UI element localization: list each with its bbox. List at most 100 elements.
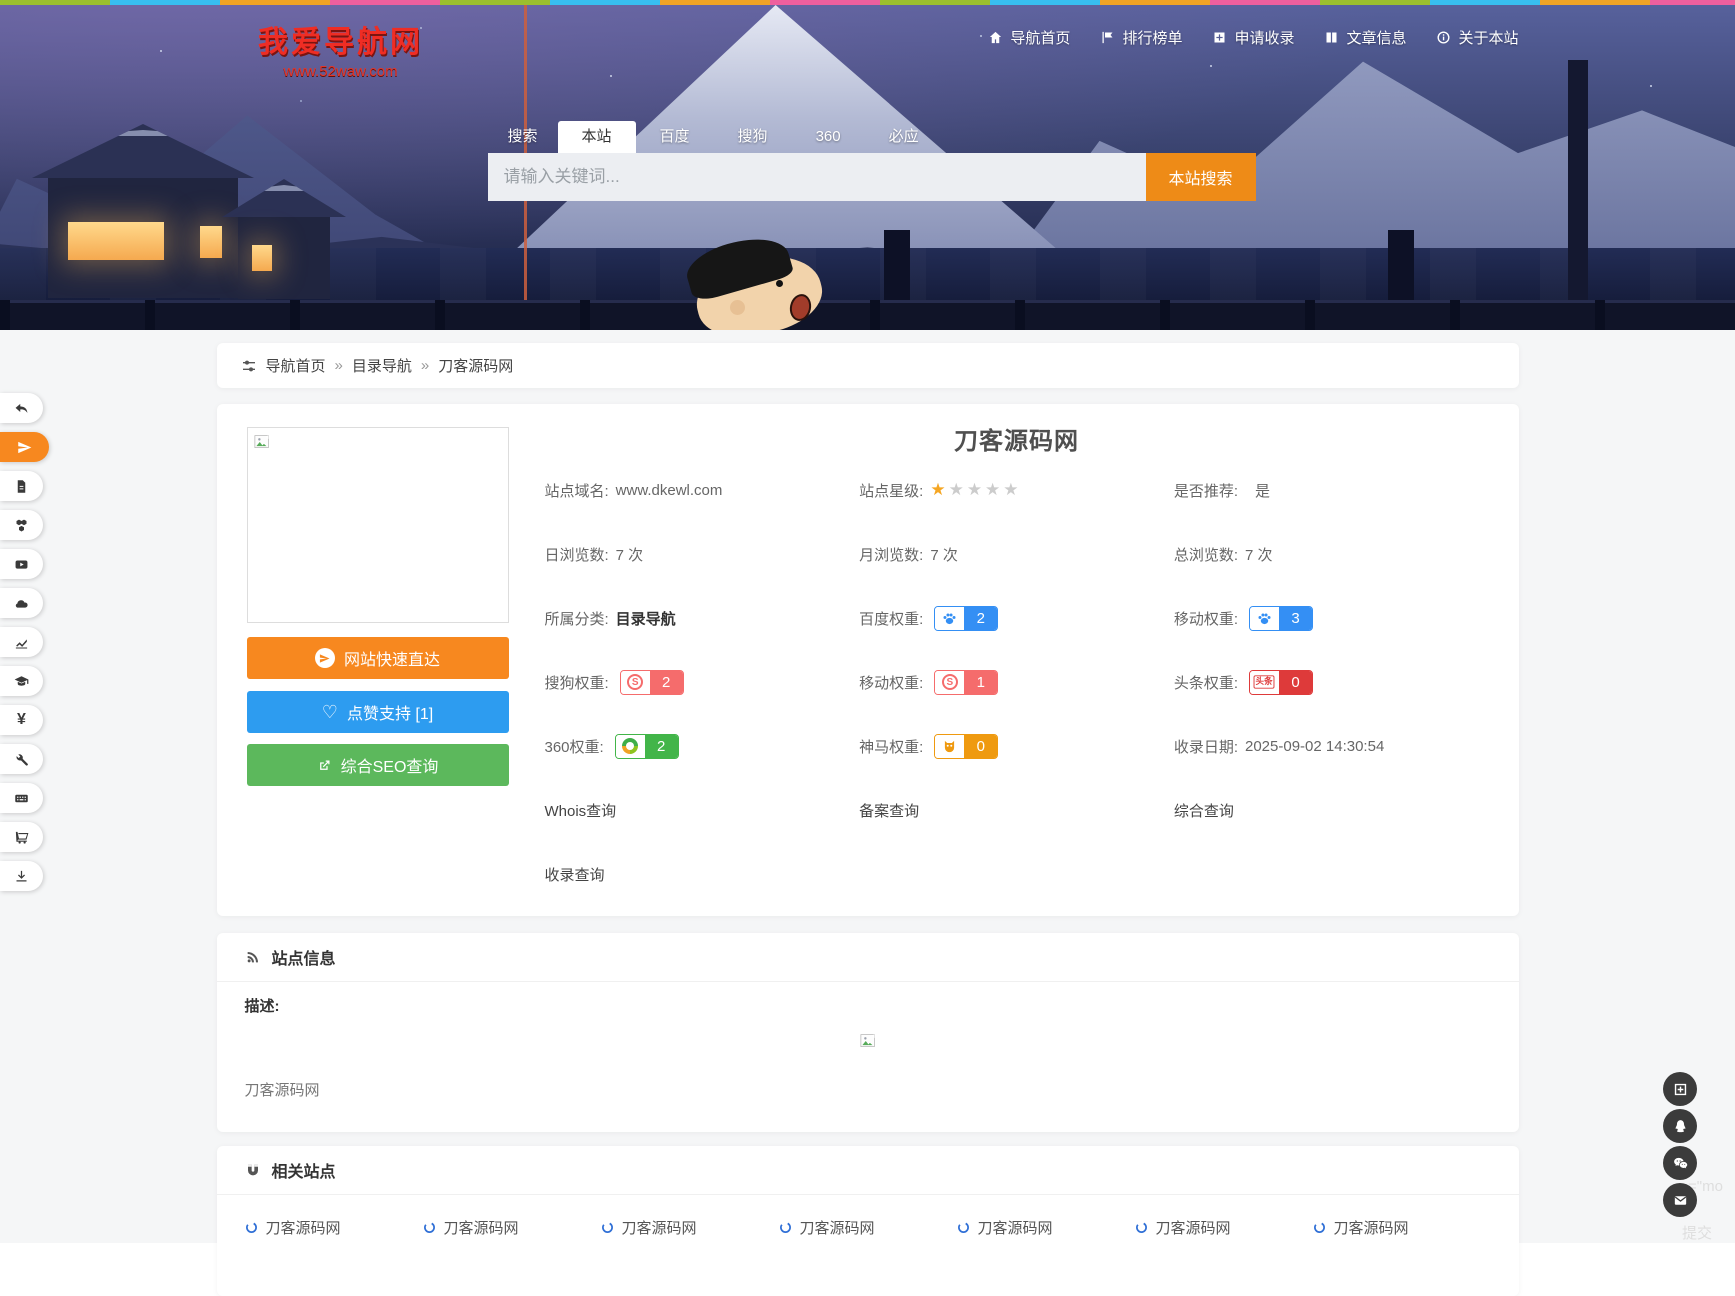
- whois-query-link[interactable]: Whois查询: [545, 800, 617, 821]
- beian-query-link[interactable]: 备案查询: [859, 800, 919, 821]
- visit-site-label: 网站快速直达: [344, 646, 440, 670]
- site-logo[interactable]: 我爱导航网 www.52waw.com: [223, 17, 459, 80]
- star-filled-icon: ★: [930, 480, 948, 500]
- visit-site-button[interactable]: 网站快速直达: [247, 637, 509, 679]
- favicon-icon: [1135, 1221, 1148, 1234]
- seo-query-button[interactable]: 综合SEO查询: [247, 744, 509, 786]
- recommend-value: 是: [1255, 480, 1270, 501]
- book-icon: [1324, 30, 1339, 45]
- seo-query-label: 综合SEO查询: [341, 753, 439, 777]
- zonghe-query-link[interactable]: 综合查询: [1174, 800, 1234, 821]
- listed-date-value: 2025-09-02 14:30:54: [1245, 738, 1384, 755]
- category-link[interactable]: 目录导航: [616, 608, 676, 629]
- qq-icon: [1672, 1118, 1689, 1135]
- favicon-icon: [1313, 1221, 1326, 1234]
- related-sites-section: 相关站点 刀客源码网刀客源码网刀客源码网刀客源码网刀客源码网刀客源码网刀客源码网: [217, 1146, 1519, 1296]
- rail-back-button[interactable]: [0, 393, 43, 423]
- float-apply-button[interactable]: [1663, 1072, 1697, 1106]
- shenma-weight-badge: 0: [934, 734, 998, 759]
- plus-square-icon: [1672, 1081, 1689, 1098]
- search-engine-tab[interactable]: 本站: [558, 121, 636, 153]
- breadcrumb: 导航首页 » 目录导航 » 刀客源码网: [217, 343, 1519, 388]
- related-site-link[interactable]: 刀客源码网: [245, 1212, 423, 1242]
- search-engine-tab[interactable]: 百度: [636, 121, 714, 153]
- shenma-owl-icon: [935, 735, 964, 758]
- description-image: [245, 1032, 1491, 1055]
- favicon-icon: [957, 1221, 970, 1234]
- shopping-cart-icon: [14, 830, 29, 845]
- related-site-label: 刀客源码网: [266, 1217, 341, 1238]
- description-text: 刀客源码网: [245, 1079, 1491, 1100]
- rail-study-button[interactable]: [0, 666, 43, 696]
- nav-submit-site[interactable]: 申请收录: [1212, 27, 1294, 48]
- rail-typing-button[interactable]: [0, 783, 43, 813]
- 360-logo-icon: [616, 735, 645, 758]
- download-icon: [14, 869, 29, 884]
- float-qq-button[interactable]: [1663, 1109, 1697, 1143]
- field-toutiao-weight: 头条权重: 头条 0: [1174, 670, 1489, 695]
- float-wechat-button[interactable]: [1663, 1146, 1697, 1180]
- breadcrumb-current: 刀客源码网: [438, 355, 513, 376]
- monthly-views-value: 7 次: [930, 544, 958, 565]
- search-engine-tabs: 本站百度搜狗360必应: [558, 121, 943, 153]
- rail-video-button[interactable]: [0, 549, 43, 579]
- toutiao-icon: 头条: [1250, 671, 1279, 694]
- like-support-button[interactable]: ♡ 点赞支持 [1]: [247, 691, 509, 733]
- shoulu-query-link[interactable]: 收录查询: [545, 864, 605, 885]
- nav-about[interactable]: 关于本站: [1436, 27, 1518, 48]
- rail-trend-button[interactable]: [0, 627, 43, 657]
- baidu-paw-icon: [935, 607, 964, 630]
- favicon-icon: [245, 1221, 258, 1234]
- rail-download-button[interactable]: [0, 861, 43, 891]
- search-input[interactable]: [488, 153, 1146, 201]
- related-site-link[interactable]: 刀客源码网: [1135, 1212, 1313, 1242]
- search-engine-tab[interactable]: 必应: [865, 121, 943, 153]
- left-tool-rail: ¥: [0, 393, 49, 891]
- related-site-link[interactable]: 刀客源码网: [1313, 1212, 1491, 1242]
- nav-home[interactable]: 导航首页: [988, 27, 1070, 48]
- related-site-label: 刀客源码网: [622, 1217, 697, 1238]
- rail-pricing-button[interactable]: ¥: [0, 705, 43, 735]
- site-info-column: 刀客源码网 站点域名: www.dkewl.com 站点星级: ★ ★★★★ 是…: [545, 418, 1489, 916]
- search-engine-tab[interactable]: 360: [792, 121, 865, 153]
- field-baidu-weight: 百度权重: 2: [859, 606, 1174, 631]
- breadcrumb-home-link[interactable]: 导航首页: [266, 355, 326, 376]
- house-decoration: [48, 176, 238, 298]
- baidu-weight-badge: 2: [934, 606, 998, 631]
- related-site-link[interactable]: 刀客源码网: [957, 1212, 1135, 1242]
- search-bar: 本站搜索: [488, 153, 1256, 201]
- nav-articles[interactable]: 文章信息: [1324, 27, 1406, 48]
- heart-icon: ♡: [322, 703, 338, 721]
- rail-quick-nav-button[interactable]: [0, 432, 49, 462]
- rail-cloud-button[interactable]: [0, 588, 43, 618]
- breadcrumb-section-link[interactable]: 目录导航: [352, 355, 412, 376]
- cubes-icon: [14, 518, 29, 533]
- related-site-label: 刀客源码网: [978, 1217, 1053, 1238]
- float-mail-button[interactable]: [1663, 1183, 1697, 1217]
- related-site-link[interactable]: 刀客源码网: [423, 1212, 601, 1242]
- broken-image-icon: [253, 433, 271, 456]
- floating-action-buttons: [1663, 1072, 1697, 1217]
- nav-ranking[interactable]: 排行榜单: [1100, 27, 1182, 48]
- nav-articles-label: 文章信息: [1346, 27, 1406, 48]
- site-screenshot[interactable]: [247, 427, 509, 623]
- zonghe-query-cell: 综合查询: [1174, 800, 1489, 821]
- rail-tools-button[interactable]: [0, 744, 43, 774]
- nav-home-label: 导航首页: [1010, 27, 1070, 48]
- flag-icon: [1100, 30, 1115, 45]
- search-engine-tab[interactable]: 搜狗: [714, 121, 792, 153]
- rail-shop-button[interactable]: [0, 822, 43, 852]
- rail-article-button[interactable]: [0, 471, 43, 501]
- related-site-link[interactable]: 刀客源码网: [779, 1212, 957, 1242]
- related-site-label: 刀客源码网: [1334, 1217, 1409, 1238]
- related-sites-grid: 刀客源码网刀客源码网刀客源码网刀客源码网刀客源码网刀客源码网刀客源码网: [217, 1195, 1519, 1242]
- favicon-icon: [601, 1221, 614, 1234]
- weight-360-badge: 2: [615, 734, 679, 759]
- graduation-cap-icon: [14, 674, 29, 689]
- star-empty-icon: ★★★★: [949, 480, 1022, 500]
- breadcrumb-separator: »: [421, 357, 429, 374]
- rail-apps-button[interactable]: [0, 510, 43, 540]
- search-button[interactable]: 本站搜索: [1146, 153, 1256, 201]
- character-eye: [776, 280, 783, 287]
- related-site-link[interactable]: 刀客源码网: [601, 1212, 779, 1242]
